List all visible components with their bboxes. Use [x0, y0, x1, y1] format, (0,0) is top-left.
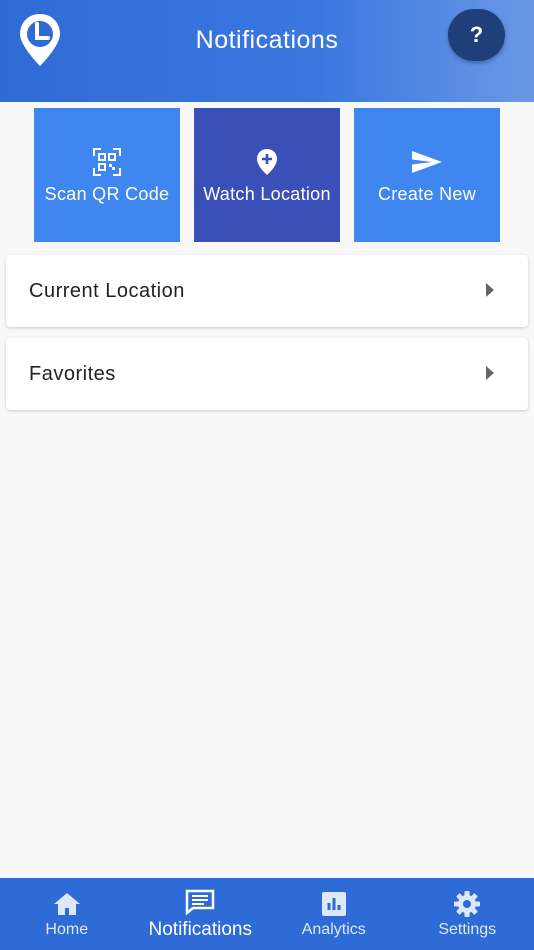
scan-qr-label: Scan QR Code — [44, 183, 170, 204]
help-button[interactable]: ? — [448, 9, 505, 61]
nav-settings[interactable]: Settings — [401, 878, 534, 950]
bottom-navigation: Home Notifications Analytics Settings — [0, 878, 534, 950]
nav-home-label: Home — [45, 921, 89, 938]
create-new-label: Create New — [377, 183, 477, 204]
nav-analytics-label: Analytics — [301, 921, 366, 938]
current-location-label: Current Location — [29, 279, 185, 302]
nav-home[interactable]: Home — [0, 878, 134, 950]
add-location-icon — [251, 146, 283, 178]
current-location-item[interactable]: Current Location — [6, 255, 528, 327]
scan-qr-button[interactable]: Scan QR Code — [34, 108, 180, 242]
watch-location-button[interactable]: Watch Location — [194, 108, 340, 242]
home-icon — [52, 889, 82, 919]
send-icon — [411, 146, 443, 178]
app-logo-icon — [20, 14, 60, 66]
nav-notifications[interactable]: Notifications — [134, 878, 268, 950]
analytics-icon — [319, 889, 349, 919]
action-buttons: Scan QR Code Watch Location Create New — [34, 108, 500, 242]
favorites-label: Favorites — [29, 362, 116, 385]
app-header: Notifications ? — [0, 0, 534, 102]
page-title: Notifications — [195, 25, 339, 54]
watch-location-label: Watch Location — [203, 183, 331, 204]
nav-notifications-label: Notifications — [148, 919, 253, 940]
nav-analytics[interactable]: Analytics — [267, 878, 401, 950]
settings-icon — [452, 889, 482, 919]
chevron-right-icon — [486, 283, 494, 297]
chevron-right-icon — [486, 366, 494, 380]
notifications-icon — [185, 887, 215, 917]
favorites-item[interactable]: Favorites — [6, 338, 528, 410]
qr-code-icon — [91, 146, 123, 178]
nav-settings-label: Settings — [438, 921, 497, 938]
create-new-button[interactable]: Create New — [354, 108, 500, 242]
